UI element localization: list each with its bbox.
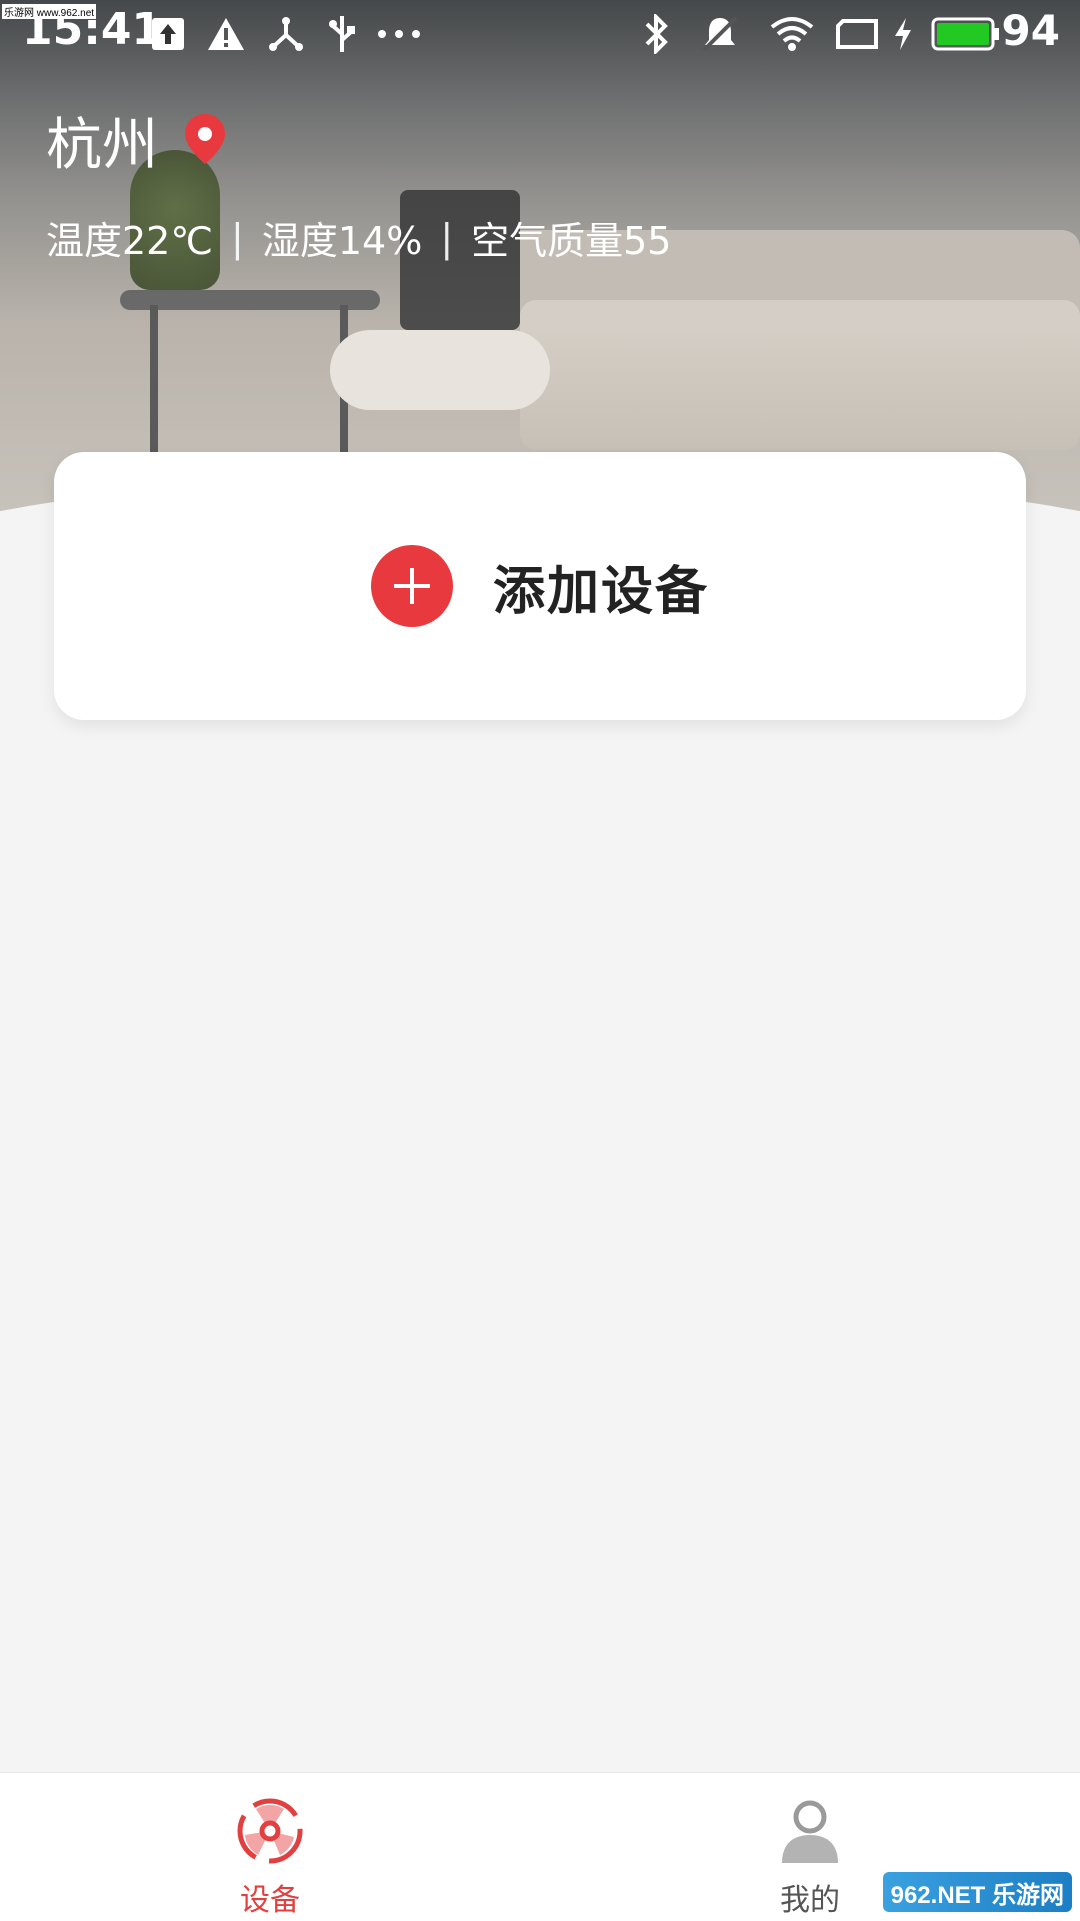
mute-icon bbox=[700, 14, 740, 54]
plus-icon bbox=[370, 545, 453, 627]
location-pin-icon[interactable] bbox=[182, 112, 228, 166]
hub-icon bbox=[266, 14, 306, 54]
weather-summary: 温度22℃ | 湿度14% | 空气质量55 bbox=[46, 210, 671, 265]
status-bar: 15:41 94 bbox=[0, 0, 1080, 64]
watermark-top: 乐游网 www.962.net bbox=[2, 4, 97, 19]
add-device-button[interactable]: 添加设备 bbox=[54, 452, 1026, 720]
battery-icon bbox=[930, 14, 1002, 54]
weather-separator: | bbox=[440, 215, 454, 260]
battery-percent: 94 bbox=[1001, 6, 1060, 55]
add-device-label: 添加设备 bbox=[492, 561, 709, 622]
warning-icon bbox=[206, 14, 246, 54]
nav-label-devices: 设备 bbox=[240, 1883, 300, 1918]
charging-icon bbox=[890, 14, 916, 54]
wifi-icon bbox=[768, 14, 816, 54]
device-fan-icon bbox=[236, 1797, 304, 1869]
nav-tab-devices[interactable]: 设备 bbox=[160, 1773, 380, 1921]
nav-label-mine: 我的 bbox=[780, 1883, 840, 1918]
weather-separator: | bbox=[231, 215, 244, 260]
upload-icon bbox=[148, 14, 188, 54]
usb-icon bbox=[322, 14, 362, 54]
more-dots-icon bbox=[376, 14, 422, 54]
profile-icon bbox=[776, 1797, 844, 1869]
city-name[interactable]: 杭州 bbox=[46, 100, 158, 181]
screen-icon bbox=[834, 14, 880, 54]
humidity-text: 湿度14% bbox=[261, 219, 423, 263]
bluetooth-icon bbox=[636, 14, 676, 54]
air-quality-text: 空气质量55 bbox=[471, 219, 672, 263]
temperature-text: 温度22℃ bbox=[46, 219, 214, 263]
watermark-bottom: 962.NET 乐游网 bbox=[882, 1872, 1072, 1912]
